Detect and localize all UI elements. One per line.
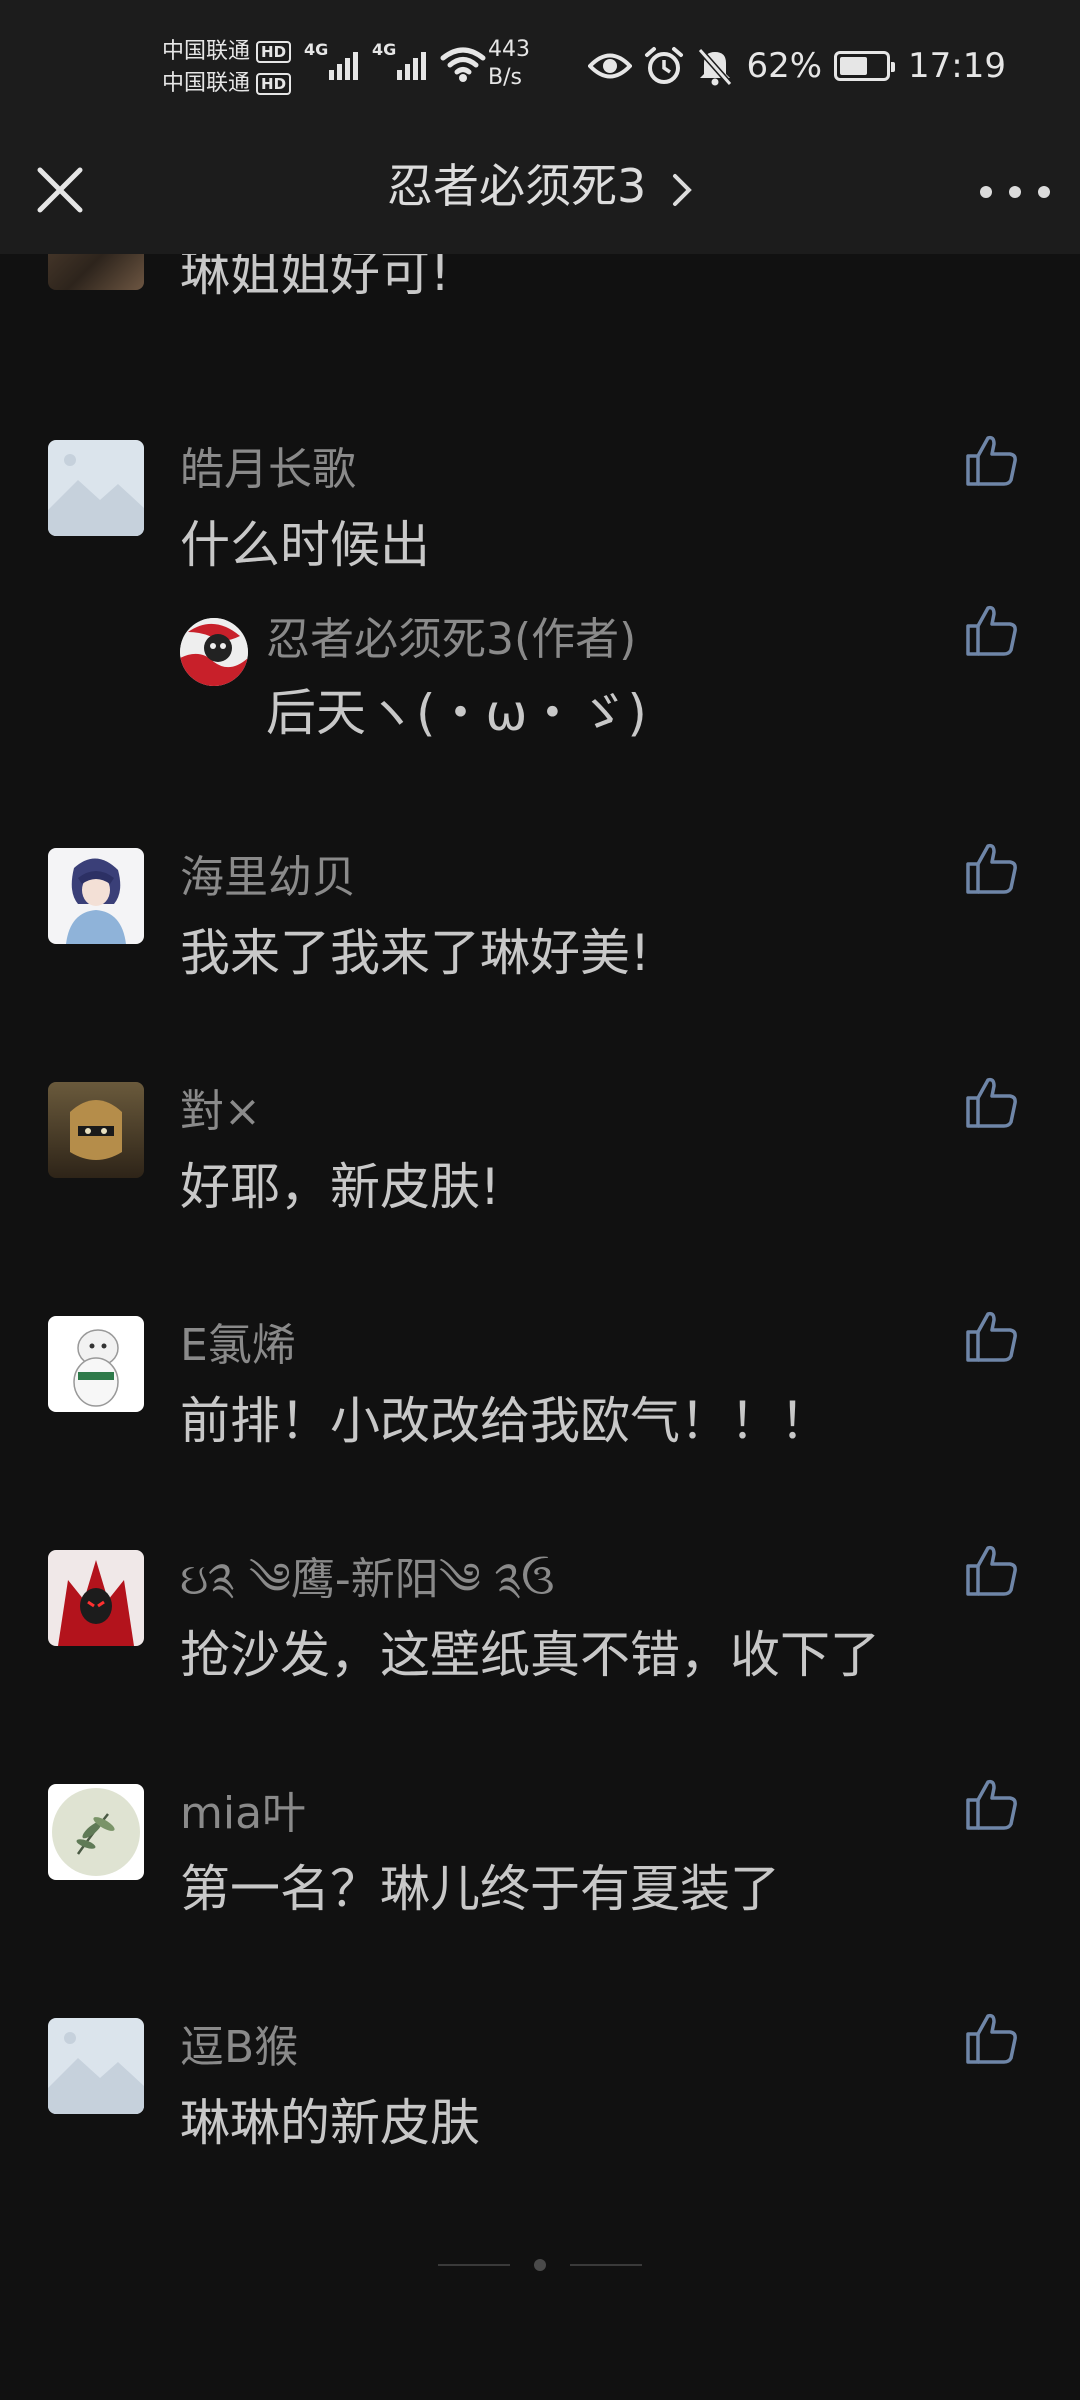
comment-text: 抢沙发，这壁纸真不错，收下了 — [180, 1626, 880, 1684]
thumbs-up-icon[interactable] — [962, 1774, 1022, 1834]
thumbs-up-icon[interactable] — [962, 838, 1022, 898]
reply-username[interactable]: 忍者必须死3(作者) — [266, 610, 636, 670]
network-type: 4G — [372, 40, 397, 59]
signal-icon: 4G — [372, 40, 426, 84]
comment-username[interactable]: 逗B猴 — [180, 2018, 298, 2078]
chevron-right-icon — [672, 173, 692, 206]
status-right: 62% 17:19 — [588, 46, 1006, 86]
image-placeholder-icon — [48, 2032, 144, 2114]
more-dot-icon — [980, 186, 992, 198]
page-title-link[interactable]: 忍者必须死3 — [0, 154, 1080, 218]
network-type: 4G — [304, 40, 329, 59]
thumbs-up-icon[interactable] — [962, 2008, 1022, 2068]
carrier-info: 中国联通 HD 中国联通 HD — [162, 36, 302, 100]
comment-list: 琳姐姐好可! 皓月长歌 什么时候出 忍者必须死3(作者) 后天ヽ(・ω・ゞ) 海… — [0, 254, 1080, 2400]
battery-percent: 62% — [746, 46, 823, 86]
comment-username[interactable]: 對× — [180, 1082, 261, 1142]
avatar[interactable] — [48, 1316, 144, 1412]
avatar[interactable] — [48, 2018, 144, 2114]
comment-username[interactable]: E氯烯 — [180, 1316, 296, 1376]
clock: 17:19 — [908, 46, 1006, 86]
author-logo-icon — [180, 618, 248, 686]
thumbs-up-icon[interactable] — [962, 1540, 1022, 1600]
top-bar: 忍者必须死3 — [0, 132, 1080, 254]
comment-text: 好耶，新皮肤! — [180, 1158, 501, 1216]
indicator-dot — [534, 2259, 546, 2271]
anime-avatar-image — [66, 858, 126, 944]
comment-text: 什么时候出 — [180, 516, 430, 574]
thumbs-up-icon[interactable] — [962, 600, 1022, 660]
list-end-indicator — [0, 2250, 1080, 2280]
comment-text: 琳姐姐好可! — [180, 254, 451, 302]
eye-icon — [588, 53, 633, 79]
avatar[interactable] — [48, 1784, 144, 1880]
mute-bell-icon — [698, 48, 733, 86]
speed-value: 443 — [488, 37, 530, 62]
comment-text: 我来了我来了琳好美! — [180, 924, 651, 982]
comment-text: 琳琳的新皮肤 — [180, 2094, 480, 2152]
comment-username[interactable]: 皓月长歌 — [180, 440, 356, 500]
comment-username[interactable]: ઇ༉ ༄鹰-新阳༄ ༉ઉ — [180, 1550, 555, 1610]
plant-avatar-image — [52, 1788, 140, 1876]
divider — [570, 2264, 642, 2266]
comment-username[interactable]: mia叶 — [180, 1784, 306, 1844]
comment-text: 第一名？琳儿终于有夏装了 — [180, 1860, 780, 1918]
speed-unit: B/s — [488, 65, 522, 90]
battery-icon — [834, 51, 896, 81]
demon-avatar-image — [58, 1560, 134, 1646]
status-bar: 中国联通 HD 中国联通 HD 4G 4G 443 B/s 62% 17:19 — [0, 0, 1080, 132]
network-speed: 443 B/s — [488, 36, 530, 92]
image-placeholder-icon — [48, 454, 144, 536]
thumbs-up-icon[interactable] — [962, 1072, 1022, 1132]
more-options-button[interactable] — [980, 172, 1050, 212]
thumbs-up-icon[interactable] — [962, 1306, 1022, 1366]
hd-badge: HD — [256, 73, 292, 95]
more-dot-icon — [1009, 186, 1021, 198]
carrier-name: 中国联通 — [162, 39, 251, 64]
wifi-icon — [440, 47, 486, 82]
thumbs-up-icon[interactable] — [962, 430, 1022, 490]
author-avatar[interactable] — [180, 618, 248, 686]
bear-avatar-image — [73, 1329, 119, 1407]
divider — [438, 2264, 510, 2266]
avatar[interactable] — [48, 1082, 144, 1178]
page-title: 忍者必须死3 — [387, 159, 647, 213]
avatar[interactable] — [48, 848, 144, 944]
reply-text: 后天ヽ(・ω・ゞ) — [266, 684, 647, 742]
carrier-name: 中国联通 — [162, 71, 251, 96]
avatar[interactable] — [48, 1550, 144, 1646]
alarm-icon — [645, 47, 684, 84]
signal-indicators: 4G 4G — [304, 40, 486, 84]
avatar[interactable] — [48, 440, 144, 536]
comment-username[interactable]: 海里幼贝 — [180, 848, 356, 908]
more-dot-icon — [1038, 186, 1050, 198]
hd-badge: HD — [256, 41, 292, 63]
avatar[interactable] — [48, 254, 144, 290]
signal-icon: 4G — [304, 40, 358, 84]
helmet-avatar-image — [70, 1100, 122, 1160]
comment-text: 前排！小改改给我欧气！！！ — [180, 1392, 830, 1450]
